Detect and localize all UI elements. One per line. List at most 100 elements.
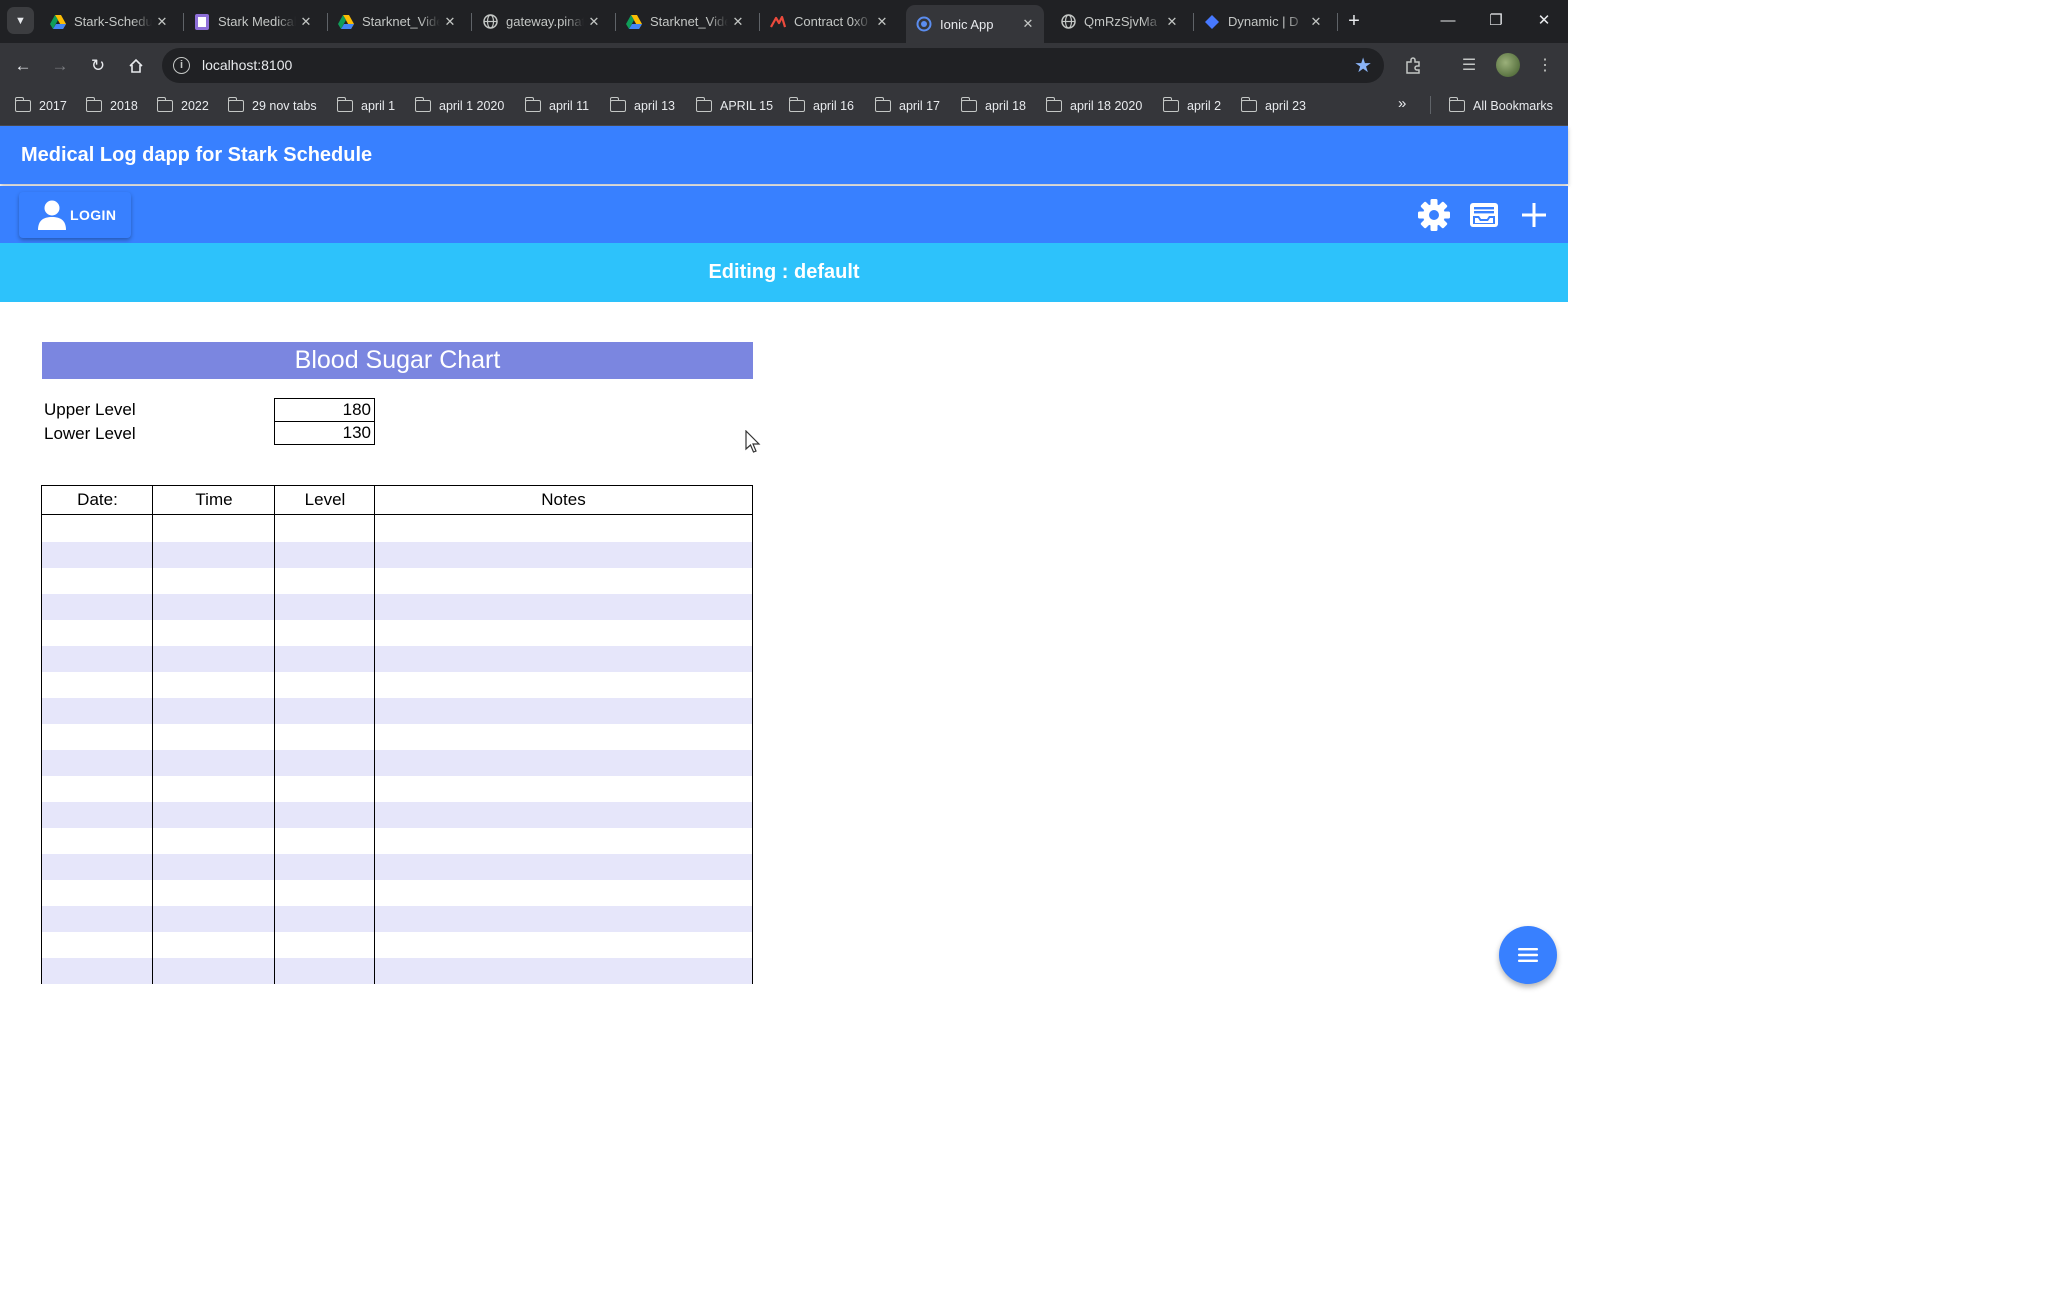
browser-tab[interactable]: Starknet_Video ✕ <box>328 6 466 37</box>
bookmark-folder[interactable]: april 2 <box>1162 96 1222 116</box>
ionic-icon <box>916 16 932 32</box>
table-row[interactable] <box>42 828 752 854</box>
bookmark-folder[interactable]: april 13 <box>609 96 675 116</box>
bookmark-folder[interactable]: april 1 <box>336 96 395 116</box>
bookmark-label: april 18 2020 <box>1070 99 1143 113</box>
bookmark-folder[interactable]: 2018 <box>85 96 138 116</box>
close-icon[interactable]: ✕ <box>152 14 172 30</box>
window-close-icon[interactable]: ✕ <box>1529 8 1559 34</box>
all-bookmarks-button[interactable]: All Bookmarks <box>1448 96 1553 116</box>
site-info-icon[interactable]: i <box>173 57 190 74</box>
bookmark-folder[interactable]: 29 nov tabs <box>227 96 317 116</box>
reload-icon[interactable]: ↻ <box>84 52 112 80</box>
more-menu-icon[interactable]: ⋮ <box>1531 52 1559 80</box>
bookmark-label: APRIL 15 <box>720 99 774 113</box>
bookmark-folder[interactable]: april 11 <box>524 96 590 116</box>
table-row[interactable] <box>42 620 752 646</box>
close-icon[interactable]: ✕ <box>872 14 892 30</box>
forward-arrow-icon[interactable]: → <box>46 52 74 80</box>
bookmark-folder[interactable]: 2017 <box>14 96 67 116</box>
table-row[interactable] <box>42 646 752 672</box>
close-icon[interactable]: ✕ <box>584 14 604 30</box>
lower-level-label: Lower Level <box>44 424 136 443</box>
browser-tab[interactable]: gateway.pinata ✕ <box>472 6 610 37</box>
table-row[interactable] <box>42 542 752 568</box>
table-row[interactable] <box>42 802 752 828</box>
browser-tab[interactable]: Dynamic | D ✕ <box>1194 6 1332 37</box>
close-icon[interactable]: ✕ <box>296 14 316 30</box>
tab-title: Stark-Schedule <box>74 14 152 29</box>
home-icon[interactable] <box>122 52 150 80</box>
table-row[interactable] <box>42 594 752 620</box>
login-button[interactable]: LOGIN <box>19 192 131 238</box>
browser-tab[interactable]: Stark-Schedule ✕ <box>40 6 178 37</box>
bookmark-label: april 2 <box>1187 99 1222 113</box>
address-bar[interactable]: i localhost:8100 ★ <box>162 48 1384 83</box>
folder-icon <box>788 97 805 112</box>
media-controls-icon[interactable]: ☰ <box>1455 52 1483 80</box>
bookmark-folder[interactable]: april 23 <box>1240 96 1306 116</box>
browser-tab[interactable]: Stark Medical ✕ <box>184 6 322 37</box>
table-row[interactable] <box>42 776 752 802</box>
close-icon[interactable]: ✕ <box>1162 14 1182 30</box>
table-row[interactable] <box>42 906 752 932</box>
close-icon[interactable]: ✕ <box>728 14 748 30</box>
table-row[interactable] <box>42 672 752 698</box>
tab-title: Dynamic | D <box>1228 14 1299 29</box>
minimize-icon[interactable]: — <box>1433 8 1463 34</box>
back-arrow-icon[interactable]: ← <box>9 52 37 80</box>
settings-gear-icon[interactable] <box>1417 198 1451 232</box>
bookmark-folder[interactable]: APRIL 15 <box>695 96 774 116</box>
table-row[interactable] <box>42 958 752 984</box>
bookmark-folder[interactable]: april 16 <box>788 96 854 116</box>
browser-tab-active[interactable]: Ionic App ✕ <box>906 5 1044 43</box>
bookmark-folder[interactable]: april 18 2020 <box>1045 96 1143 116</box>
browser-tab-strip: ▼ Stark-Schedule ✕ Stark Medical ✕ Stark… <box>0 0 1568 43</box>
folder-icon <box>14 97 31 112</box>
menu-fab-button[interactable] <box>1499 926 1557 984</box>
browser-tab[interactable]: Starknet_Video ✕ <box>616 6 754 37</box>
bookmark-folder[interactable]: april 18 <box>960 96 1026 116</box>
new-tab-plus-icon[interactable]: + <box>1342 8 1366 34</box>
bookmark-folder[interactable]: april 17 <box>874 96 940 116</box>
table-row[interactable] <box>42 568 752 594</box>
close-icon[interactable]: ✕ <box>440 14 460 30</box>
table-row[interactable] <box>42 750 752 776</box>
bookmark-star-icon[interactable]: ★ <box>1354 53 1372 78</box>
close-icon[interactable]: ✕ <box>1018 16 1038 32</box>
bookmark-folder[interactable]: april 1 2020 <box>414 96 504 116</box>
lower-level-value[interactable]: 130 <box>274 421 375 445</box>
restore-icon[interactable]: ❐ <box>1481 8 1511 34</box>
bookmark-label: april 17 <box>899 99 940 113</box>
archive-tray-icon[interactable] <box>1467 198 1501 232</box>
google-drive-icon <box>338 14 354 30</box>
upper-level-value[interactable]: 180 <box>274 398 375 422</box>
table-row[interactable] <box>42 932 752 958</box>
table-row[interactable] <box>42 698 752 724</box>
folder-icon <box>695 97 712 112</box>
more-bookmarks-chevron-icon[interactable]: » <box>1398 95 1406 112</box>
folder-icon <box>1162 97 1179 112</box>
url-text: localhost:8100 <box>202 57 293 73</box>
app-header: Medical Log dapp for Stark Schedule <box>0 126 1568 184</box>
editing-banner: Editing : default <box>0 243 1568 302</box>
folder-icon <box>1240 97 1257 112</box>
table-row[interactable] <box>42 854 752 880</box>
profile-avatar[interactable] <box>1496 53 1520 77</box>
bookmark-label: april 13 <box>634 99 675 113</box>
extensions-icon[interactable] <box>1399 52 1427 80</box>
table-row[interactable] <box>42 516 752 542</box>
folder-icon <box>874 97 891 112</box>
table-row[interactable] <box>42 880 752 906</box>
tab-title: Stark Medical <box>218 14 296 29</box>
browser-tab[interactable]: QmRzSjvMa ✕ <box>1050 6 1188 37</box>
close-icon[interactable]: ✕ <box>1306 14 1326 30</box>
browser-tab[interactable]: Contract 0x0 ✕ <box>760 6 898 37</box>
table-row[interactable] <box>42 724 752 750</box>
add-plus-icon[interactable] <box>1517 198 1551 232</box>
bookmark-label: april 11 <box>549 99 590 113</box>
column-header-level: Level <box>304 490 346 509</box>
bookmark-label: 29 nov tabs <box>252 99 317 113</box>
bookmark-folder[interactable]: 2022 <box>156 96 209 116</box>
tab-search-chevron-icon[interactable]: ▼ <box>7 7 34 34</box>
